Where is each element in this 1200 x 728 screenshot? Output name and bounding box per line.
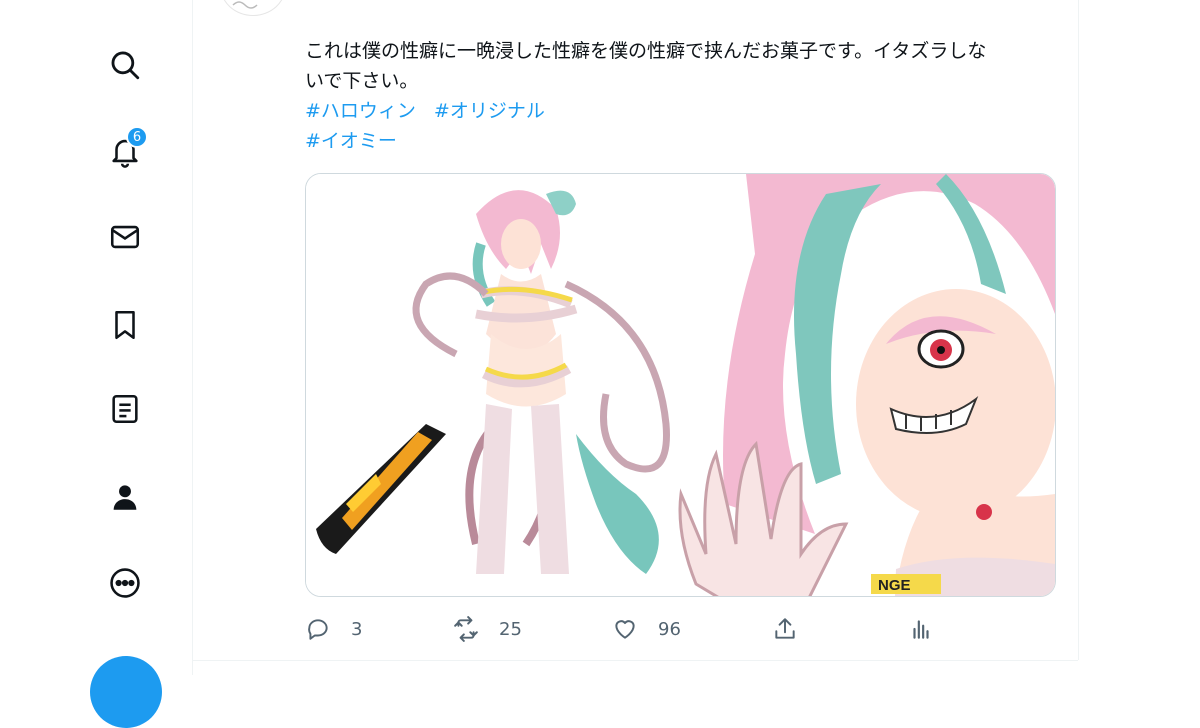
like-count: 96 — [658, 618, 681, 640]
hashtag-row: #イオミー — [305, 126, 1065, 156]
reply-icon — [308, 619, 328, 640]
like-icon — [615, 620, 635, 639]
hashtag-link[interactable]: #イオミー — [305, 130, 397, 152]
anime-illustration: NGE — [306, 174, 1055, 596]
lists-icon[interactable] — [100, 384, 150, 434]
tweet-divider — [192, 660, 1078, 661]
author-avatar[interactable] — [220, 0, 286, 16]
caution-tape-text: NGE — [878, 577, 911, 594]
timeline-right-border — [1078, 0, 1079, 660]
analytics-button[interactable] — [908, 612, 934, 646]
tweet-text-line: いで下さい。 — [305, 70, 419, 92]
analytics-icon — [913, 620, 929, 639]
hashtag-row: #ハロウィン #オリジナル — [305, 96, 1065, 126]
more-icon[interactable] — [100, 558, 150, 608]
reply-button[interactable]: 3 — [305, 612, 362, 646]
retweet-button[interactable]: 25 — [453, 612, 522, 646]
hashtag-link[interactable]: #オリジナル — [434, 100, 545, 122]
like-button[interactable]: 96 — [612, 612, 681, 646]
reply-count: 3 — [351, 618, 363, 640]
tweet-text-line: これは僕の性癖に一晩浸した性癖を僕の性癖で挟んだお菓子です。イタズラしな — [305, 40, 987, 62]
compose-tweet-button[interactable] — [90, 656, 162, 728]
share-button[interactable] — [772, 612, 798, 646]
notification-badge: 6 — [126, 126, 148, 148]
bookmark-icon[interactable] — [100, 300, 150, 350]
sidebar-nav: 6 — [0, 0, 193, 728]
mail-icon[interactable] — [100, 212, 150, 262]
tweet-media-image[interactable]: NGE — [305, 173, 1056, 597]
profile-icon[interactable] — [100, 472, 150, 522]
hashtag-link[interactable]: #ハロウィン — [305, 100, 416, 122]
tweet-action-bar: 3 25 96 — [305, 612, 1065, 646]
retweet-icon — [454, 616, 478, 642]
tweet-text: これは僕の性癖に一晩浸した性癖を僕の性癖で挟んだお菓子です。イタズラしな いで下… — [305, 36, 1065, 156]
share-icon — [775, 618, 795, 639]
search-icon[interactable] — [100, 40, 150, 90]
retweet-count: 25 — [499, 618, 522, 640]
